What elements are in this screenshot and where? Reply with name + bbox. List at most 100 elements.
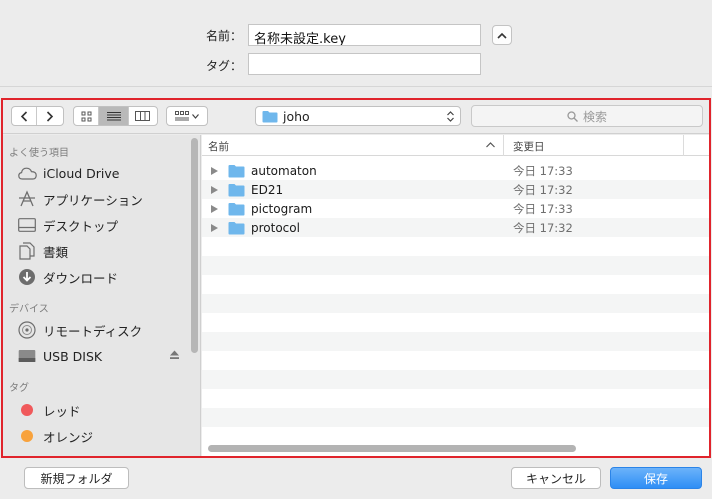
- empty-row: [202, 351, 709, 370]
- empty-row: [202, 370, 709, 389]
- list-icon: [106, 112, 121, 121]
- disclosure-triangle-icon[interactable]: [211, 185, 218, 194]
- sidebar-item-tag-red[interactable]: レッド: [17, 399, 81, 421]
- sidebar-item-label: レッド: [43, 403, 81, 419]
- file-modified: 今日 17:32: [513, 220, 573, 235]
- tag-dot-icon: [17, 426, 37, 446]
- file-browser: joho 検索 よく使う項目 iCloud Drive アプリケーション デスク…: [1, 98, 711, 458]
- arrange-icon: [175, 111, 189, 121]
- sidebar-item-downloads[interactable]: ダウンロード: [17, 266, 118, 288]
- empty-row: [202, 332, 709, 351]
- cloud-icon: [17, 163, 37, 183]
- empty-row: [202, 256, 709, 275]
- folder-icon: [228, 221, 245, 234]
- desktop-icon: [17, 215, 37, 235]
- back-forward-control: [11, 106, 64, 126]
- empty-row: [202, 313, 709, 332]
- sidebar-item-remote-disc[interactable]: リモートディスク: [17, 319, 142, 341]
- search-field[interactable]: 検索: [471, 105, 703, 127]
- sort-chevron-up-icon: [486, 142, 495, 148]
- file-row-pictogram[interactable]: pictogram 今日 17:33: [202, 199, 709, 218]
- file-list-horizontal-scrollbar[interactable]: [208, 445, 576, 452]
- file-modified: 今日 17:32: [513, 182, 573, 197]
- eject-button[interactable]: [169, 349, 180, 363]
- tag-dot-icon: [17, 400, 37, 420]
- modified-column-header[interactable]: 変更日: [513, 139, 545, 154]
- column-header: 名前 変更日: [202, 135, 709, 156]
- expand-dialog-button[interactable]: [492, 25, 512, 45]
- sidebar: よく使う項目 iCloud Drive アプリケーション デスクトップ 書類 ダ…: [3, 135, 201, 456]
- column-divider: [683, 135, 684, 156]
- empty-row: [202, 294, 709, 313]
- sidebar-item-label: アプリケーション: [43, 192, 143, 208]
- icon-view-button[interactable]: [74, 107, 100, 125]
- favorites-header: よく使う項目: [9, 148, 69, 159]
- sidebar-item-applications[interactable]: アプリケーション: [17, 188, 143, 210]
- file-row-automaton[interactable]: automaton 今日 17:33: [202, 161, 709, 180]
- file-row-ed21[interactable]: ED21 今日 17:32: [202, 180, 709, 199]
- sidebar-item-label: デスクトップ: [43, 218, 119, 234]
- devices-header: デバイス: [9, 304, 49, 315]
- disclosure-triangle-icon[interactable]: [211, 166, 218, 175]
- cancel-button[interactable]: キャンセル: [511, 467, 601, 489]
- up-down-chevron-icon: [447, 110, 454, 122]
- sidebar-item-usb-disk[interactable]: USB DISK: [17, 345, 102, 367]
- back-button[interactable]: [12, 107, 38, 125]
- sidebar-item-desktop[interactable]: デスクトップ: [17, 214, 118, 236]
- eject-icon: [170, 350, 179, 359]
- chevron-down-icon: [192, 113, 199, 119]
- sidebar-item-tag-orange[interactable]: オレンジ: [17, 425, 93, 447]
- file-name: ED21: [251, 182, 284, 197]
- disclosure-triangle-icon[interactable]: [211, 204, 218, 213]
- file-modified: 今日 17:33: [513, 163, 573, 178]
- documents-icon: [17, 241, 37, 261]
- empty-row: [202, 389, 709, 408]
- name-label: 名前：: [205, 29, 242, 43]
- location-label: joho: [283, 108, 310, 124]
- tags-header: タグ: [9, 383, 29, 394]
- columns-icon: [135, 111, 151, 121]
- file-modified: 今日 17:33: [513, 201, 573, 216]
- new-folder-button[interactable]: 新規フォルダ: [24, 467, 129, 489]
- folder-icon: [262, 110, 278, 122]
- download-icon: [17, 267, 37, 287]
- column-view-button[interactable]: [129, 107, 157, 125]
- search-placeholder: 検索: [582, 109, 607, 124]
- browser-toolbar: joho 検索: [3, 100, 709, 134]
- tags-input[interactable]: [248, 53, 481, 75]
- tags-label: タグ：: [205, 59, 242, 73]
- view-mode-control: [73, 106, 158, 126]
- arrange-menu-button[interactable]: [166, 106, 208, 126]
- disc-icon: [17, 320, 37, 340]
- chevron-left-icon: [20, 110, 28, 122]
- file-name: pictogram: [251, 201, 313, 216]
- file-name-input[interactable]: 名称未設定.key: [248, 24, 481, 46]
- sidebar-item-label: 書類: [43, 244, 69, 260]
- folder-icon: [228, 183, 245, 196]
- file-list: 名前 変更日 automaton 今日 17:33 ED21 今日 17:32 …: [202, 135, 709, 456]
- location-popup[interactable]: joho: [255, 106, 461, 126]
- sidebar-scrollbar[interactable]: [191, 138, 198, 353]
- applications-icon: [17, 189, 37, 209]
- empty-row: [202, 427, 709, 446]
- folder-icon: [228, 164, 245, 177]
- sidebar-item-label: iCloud Drive: [43, 165, 120, 181]
- empty-row: [202, 237, 709, 256]
- file-row-protocol[interactable]: protocol 今日 17:32: [202, 218, 709, 237]
- grid-icon: [81, 111, 92, 121]
- sidebar-item-icloud-drive[interactable]: iCloud Drive: [17, 162, 119, 184]
- disclosure-triangle-icon[interactable]: [211, 223, 218, 232]
- search-icon: [567, 110, 578, 122]
- chevron-right-icon: [46, 110, 54, 122]
- file-name: automaton: [251, 163, 317, 178]
- name-column-header[interactable]: 名前: [208, 139, 229, 154]
- list-view-button[interactable]: [99, 107, 129, 125]
- sidebar-item-documents[interactable]: 書類: [17, 240, 68, 262]
- folder-icon: [228, 202, 245, 215]
- save-name-panel: 名前： 名称未設定.key タグ：: [0, 0, 712, 87]
- sidebar-item-label: ダウンロード: [43, 270, 119, 286]
- drive-icon: [17, 346, 37, 366]
- save-button[interactable]: 保存: [610, 467, 702, 489]
- forward-button[interactable]: [37, 107, 63, 125]
- column-divider: [503, 135, 504, 156]
